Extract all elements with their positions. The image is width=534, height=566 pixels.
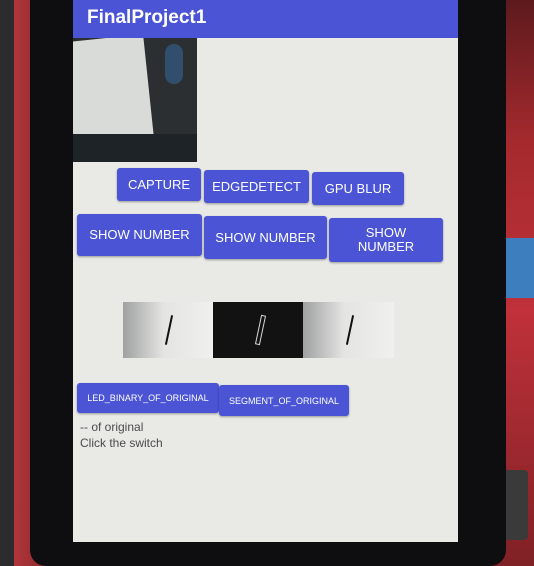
show-number-label-2: SHOW NUMBER [215, 229, 316, 245]
digit-image-blur [303, 302, 394, 358]
digit-blur-stroke [345, 315, 354, 345]
camera-preview [73, 38, 197, 162]
digit-image-original [123, 302, 213, 358]
segment-button-label: SEGMENT_OF_ORIGINAL [228, 395, 340, 406]
segment-button[interactable]: SEGMENT_OF_ORIGINAL [219, 385, 349, 416]
board-edge [0, 0, 14, 566]
led-binary-button[interactable]: LED_BINARY_OF_ORIGINAL [77, 383, 219, 413]
led-binary-button-label: LED_BINARY_OF_ORIGINAL [87, 393, 209, 403]
show-number-button-1[interactable]: SHOW NUMBER [77, 214, 202, 256]
gpu-blur-button[interactable]: GPU BLUR [312, 172, 404, 205]
show-number-button-3[interactable]: SHOW NUMBER [329, 218, 443, 262]
preview-shadow [73, 134, 197, 162]
capture-button-label: CAPTURE [127, 176, 191, 192]
digit-image-edges [213, 302, 303, 358]
digit-stroke [164, 315, 174, 345]
info-text: -- of original Click the switch [80, 419, 163, 451]
edgedetect-button[interactable]: EDGEDETECT [204, 170, 309, 203]
app-title: FinalProject1 [87, 7, 207, 28]
show-number-label-1: SHOW NUMBER [89, 227, 190, 242]
show-number-label-3: SHOW NUMBER [357, 225, 415, 254]
digit-edge-stroke [254, 314, 267, 346]
app-screen: FinalProject1 CAPTURE EDGEDETECT GPU BLU… [73, 0, 458, 542]
edgedetect-button-label: EDGEDETECT [212, 178, 301, 194]
info-line-2: Click the switch [80, 436, 163, 450]
app-bar: FinalProject1 [73, 0, 458, 38]
gpu-blur-button-label: GPU BLUR [324, 180, 392, 196]
show-number-button-2[interactable]: SHOW NUMBER [204, 216, 327, 259]
info-line-1: -- of original [80, 420, 144, 434]
capture-button[interactable]: CAPTURE [117, 168, 201, 201]
preview-cable [165, 44, 183, 84]
